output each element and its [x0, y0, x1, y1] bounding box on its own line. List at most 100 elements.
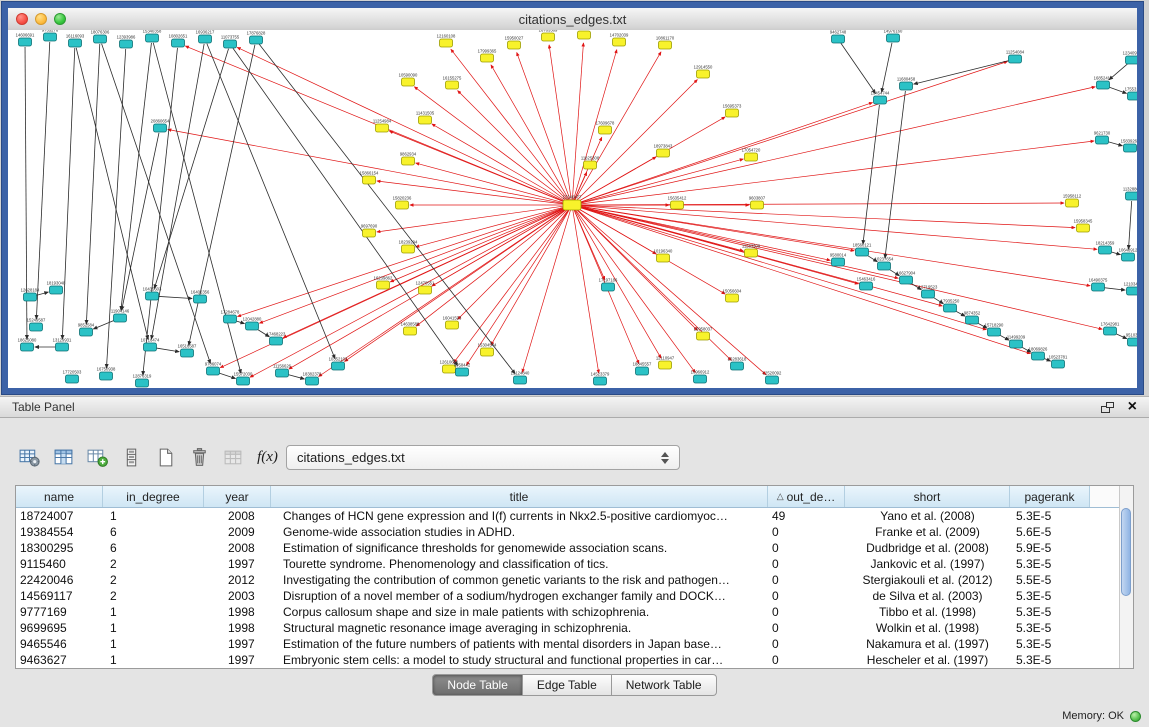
graph-node[interactable]: 11499209: [1007, 335, 1026, 349]
graph-node[interactable]: 16936217: [196, 30, 215, 43]
graph-node[interactable]: 16155275: [443, 76, 462, 90]
create-column-icon[interactable]: [84, 444, 111, 471]
graph-node[interactable]: 17935250: [941, 299, 960, 313]
graph-node[interactable]: 18076306: [91, 30, 110, 43]
graph-node[interactable]: 13129931: [53, 338, 72, 352]
graph-node[interactable]: 17054720: [742, 148, 761, 162]
table-row[interactable]: 1830029562008Estimation of significance …: [16, 540, 1133, 556]
graph-node[interactable]: 15866154: [360, 171, 379, 185]
graph-node[interactable]: 14523379: [591, 372, 610, 386]
scrollbar-thumb[interactable]: [1121, 508, 1131, 596]
graph-node[interactable]: 15463416: [857, 277, 876, 291]
graph-node[interactable]: 15820236: [393, 196, 412, 210]
graph-node[interactable]: 17553184: [1125, 87, 1137, 101]
graph-node[interactable]: 18560121: [853, 243, 872, 257]
graph-node[interactable]: 20860654: [151, 119, 170, 133]
graph-node[interactable]: 16402356: [191, 290, 210, 304]
graph-node[interactable]: 16783369: [539, 30, 558, 41]
graph-node[interactable]: 12160108: [437, 34, 456, 48]
graph-node[interactable]: 9462748: [830, 30, 847, 43]
graph-node[interactable]: 11680458: [897, 77, 916, 91]
graph-node[interactable]: 10966912: [691, 370, 710, 384]
graph-node[interactable]: 18193048: [47, 281, 66, 295]
graph-node[interactable]: 15249587: [27, 318, 46, 332]
graph-node[interactable]: 9706074: [205, 362, 222, 376]
close-panel-icon[interactable]: ×: [1128, 400, 1137, 414]
graph-node[interactable]: 16283618: [728, 357, 747, 371]
graph-node[interactable]: 15124840: [511, 371, 530, 385]
graph-node[interactable]: 18973843: [654, 144, 673, 158]
graph-node[interactable]: 17197186: [599, 278, 618, 292]
graph-node[interactable]: 16958037: [694, 327, 713, 341]
column-header-out-de-[interactable]: △out_de…: [768, 486, 845, 507]
window-titlebar[interactable]: citations_edges.txt: [8, 8, 1137, 31]
graph-node[interactable]: 10716474: [141, 338, 160, 352]
close-window-button[interactable]: [16, 13, 28, 25]
graph-node[interactable]: 18845557: [633, 362, 652, 376]
graph-node[interactable]: 11328805: [1123, 187, 1137, 201]
graph-node[interactable]: 18239294: [399, 240, 418, 254]
network-canvas[interactable]: 1724047715304544160415931247055118239294…: [8, 30, 1137, 388]
graph-node[interactable]: 9933579: [576, 30, 593, 39]
graph-node[interactable]: 12914550: [694, 65, 713, 79]
graph-node[interactable]: 11073755: [221, 35, 240, 49]
column-header-name[interactable]: name: [16, 486, 103, 507]
graph-node[interactable]: 11156626: [273, 364, 292, 378]
graph-node[interactable]: 10237654: [875, 257, 894, 271]
graph-node[interactable]: 14606691: [16, 33, 35, 47]
graph-node[interactable]: 15839267: [1121, 139, 1137, 153]
table-row[interactable]: 977716911998Corpus callosum shape and si…: [16, 604, 1133, 620]
graph-node[interactable]: 16627904: [897, 271, 916, 285]
table-row[interactable]: 946554611997Estimation of the future num…: [16, 636, 1133, 652]
graph-node[interactable]: 15056604: [723, 289, 742, 303]
graph-node[interactable]: 10523781: [1049, 355, 1068, 369]
minimize-window-button[interactable]: [35, 13, 47, 25]
graph-node[interactable]: 12110947: [656, 356, 675, 370]
graph-node[interactable]: 10352103: [329, 357, 348, 371]
table-row[interactable]: 1872400712008Changes of HCN gene express…: [16, 508, 1133, 524]
graph-node[interactable]: 15958112: [1063, 194, 1082, 208]
graph-node[interactable]: 9510364: [1126, 333, 1137, 347]
graph-node[interactable]: 17720503: [63, 370, 82, 384]
new-table-icon[interactable]: [152, 444, 179, 471]
table-row[interactable]: 1938455462009Genome-wide association stu…: [16, 524, 1133, 540]
graph-node[interactable]: 16750938: [97, 367, 116, 381]
table-row[interactable]: 911546021997Tourette syndrome. Phenomeno…: [16, 556, 1133, 572]
column-header-short[interactable]: short: [845, 486, 1010, 507]
graph-node[interactable]: 12393986: [117, 35, 136, 49]
graph-node[interactable]: 17609678: [596, 121, 615, 135]
graph-node[interactable]: 14702039: [610, 33, 629, 47]
graph-node[interactable]: 9852584: [78, 323, 95, 337]
table-mode-icon[interactable]: [16, 444, 43, 471]
graph-node[interactable]: 12719523: [919, 285, 938, 299]
tab-node-table[interactable]: Node Table: [432, 674, 523, 696]
graph-node[interactable]: 11904146: [111, 309, 130, 323]
graph-node[interactable]: 18382370: [303, 372, 322, 386]
zoom-window-button[interactable]: [54, 13, 66, 25]
graph-node[interactable]: 17999365: [478, 49, 497, 63]
graph-node[interactable]: 10590090: [399, 73, 418, 87]
graph-node[interactable]: 16852417: [1094, 76, 1113, 90]
graph-node[interactable]: 12340978: [1123, 51, 1137, 65]
graph-node[interactable]: 15695373: [723, 104, 742, 118]
graph-node[interactable]: 9958442: [454, 363, 471, 377]
column-header-year[interactable]: year: [204, 486, 271, 507]
graph-node[interactable]: 14976160: [884, 30, 903, 42]
graph-node[interactable]: 18625080: [18, 338, 37, 352]
graph-node[interactable]: 16239862: [374, 276, 393, 290]
graph-node[interactable]: 15304544: [478, 343, 497, 357]
graph-node[interactable]: 12470551: [416, 281, 435, 295]
graph-node[interactable]: 9862934: [400, 152, 417, 166]
delete-table-icon[interactable]: [186, 444, 213, 471]
graph-node[interactable]: 16116093: [66, 34, 85, 48]
graph-node[interactable]: 10861170: [656, 36, 675, 50]
function-builder-icon[interactable]: f(x): [254, 444, 281, 471]
table-row[interactable]: 969969511998Structural magnetic resonanc…: [16, 620, 1133, 636]
graph-node[interactable]: 19454744: [871, 91, 890, 105]
graph-node[interactable]: 17876828: [247, 31, 266, 45]
column-header-in-degree[interactable]: in_degree: [103, 486, 204, 507]
float-panel-icon[interactable]: [1101, 402, 1114, 413]
citation-network-graph[interactable]: 1724047715304544160415931247055118239294…: [8, 30, 1137, 388]
graph-node[interactable]: 10648912: [1119, 248, 1137, 262]
graph-node[interactable]: 15572030: [234, 372, 253, 386]
